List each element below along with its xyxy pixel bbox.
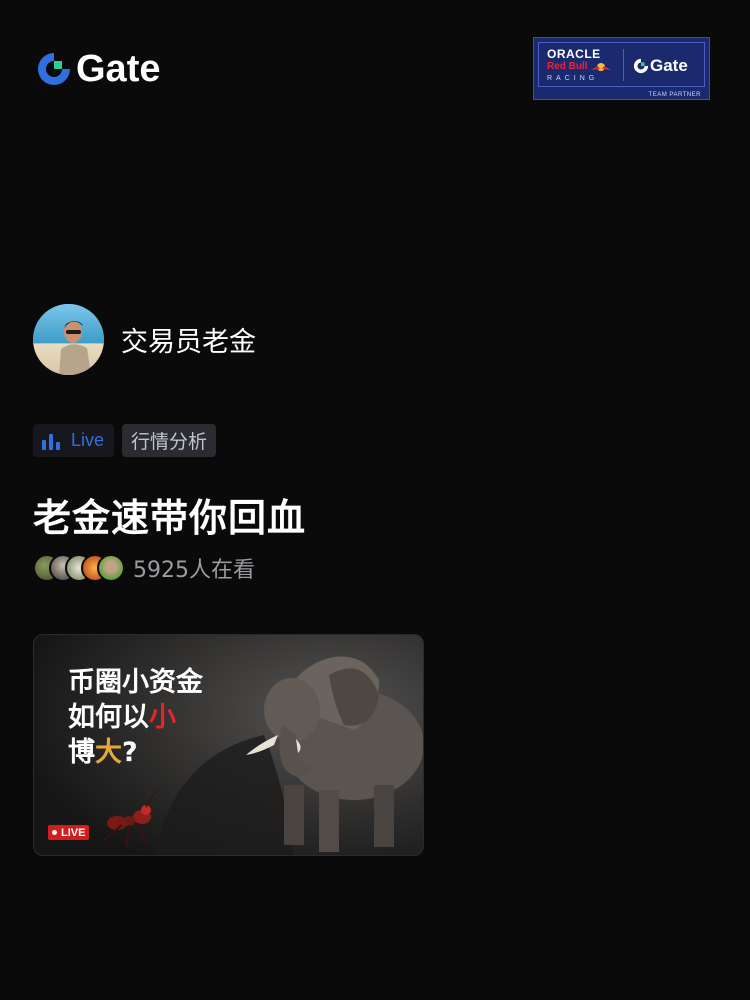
partner-racing-text: RACING — [547, 75, 599, 82]
viewer-count: 5925人在看 — [133, 558, 255, 583]
live-dot-icon — [52, 830, 57, 835]
host-avatar-image — [33, 304, 104, 375]
viewer-row: 5925人在看 — [33, 552, 255, 584]
viewer-avatar — [97, 554, 125, 582]
thumbnail-caption-line3: 博大? — [68, 737, 138, 768]
live-badge: LIVE — [48, 825, 90, 840]
live-tag-label: Live — [71, 430, 105, 450]
partner-gate-text: Gate — [650, 56, 688, 75]
thumbnail-caption-line2: 如何以小 — [68, 702, 176, 733]
partner-oracle-text: ORACLE — [547, 47, 601, 61]
gate-logo-icon — [38, 53, 70, 85]
gate-logo-icon — [633, 58, 649, 74]
stream-title: 老金速带你回血 — [33, 496, 307, 540]
partner-badge-frame: ORACLE Red Bull RACING Gate — [538, 42, 705, 87]
host-name[interactable]: 交易员老金 — [121, 320, 256, 359]
partner-gate-logo: Gate — [633, 56, 688, 76]
team-partner-badge: ORACLE Red Bull RACING Gate TEAM PARTNER — [533, 37, 710, 100]
live-tag: Live — [33, 424, 115, 457]
live-bars-icon — [42, 433, 60, 450]
live-badge-label: LIVE — [61, 826, 86, 839]
partner-footer-text: TEAM PARTNER — [648, 92, 701, 98]
thumbnail-caption-line1: 币圈小资金 — [68, 667, 203, 698]
thumbnail-caption: 币圈小资金 如何以小 博大? — [68, 665, 203, 770]
category-tag[interactable]: 行情分析 — [122, 424, 217, 457]
redbull-icon — [591, 63, 611, 71]
gate-logo[interactable]: Gate — [36, 50, 160, 88]
host-avatar[interactable] — [33, 304, 104, 375]
stream-tags: Live 行情分析 — [33, 424, 217, 457]
partner-redbull-text: Red Bull — [547, 61, 588, 72]
host-profile[interactable]: 交易员老金 — [33, 304, 256, 375]
partner-divider — [623, 49, 624, 81]
brand-name: Gate — [76, 48, 161, 90]
stream-thumbnail[interactable]: 币圈小资金 如何以小 博大? LIVE — [33, 634, 424, 856]
